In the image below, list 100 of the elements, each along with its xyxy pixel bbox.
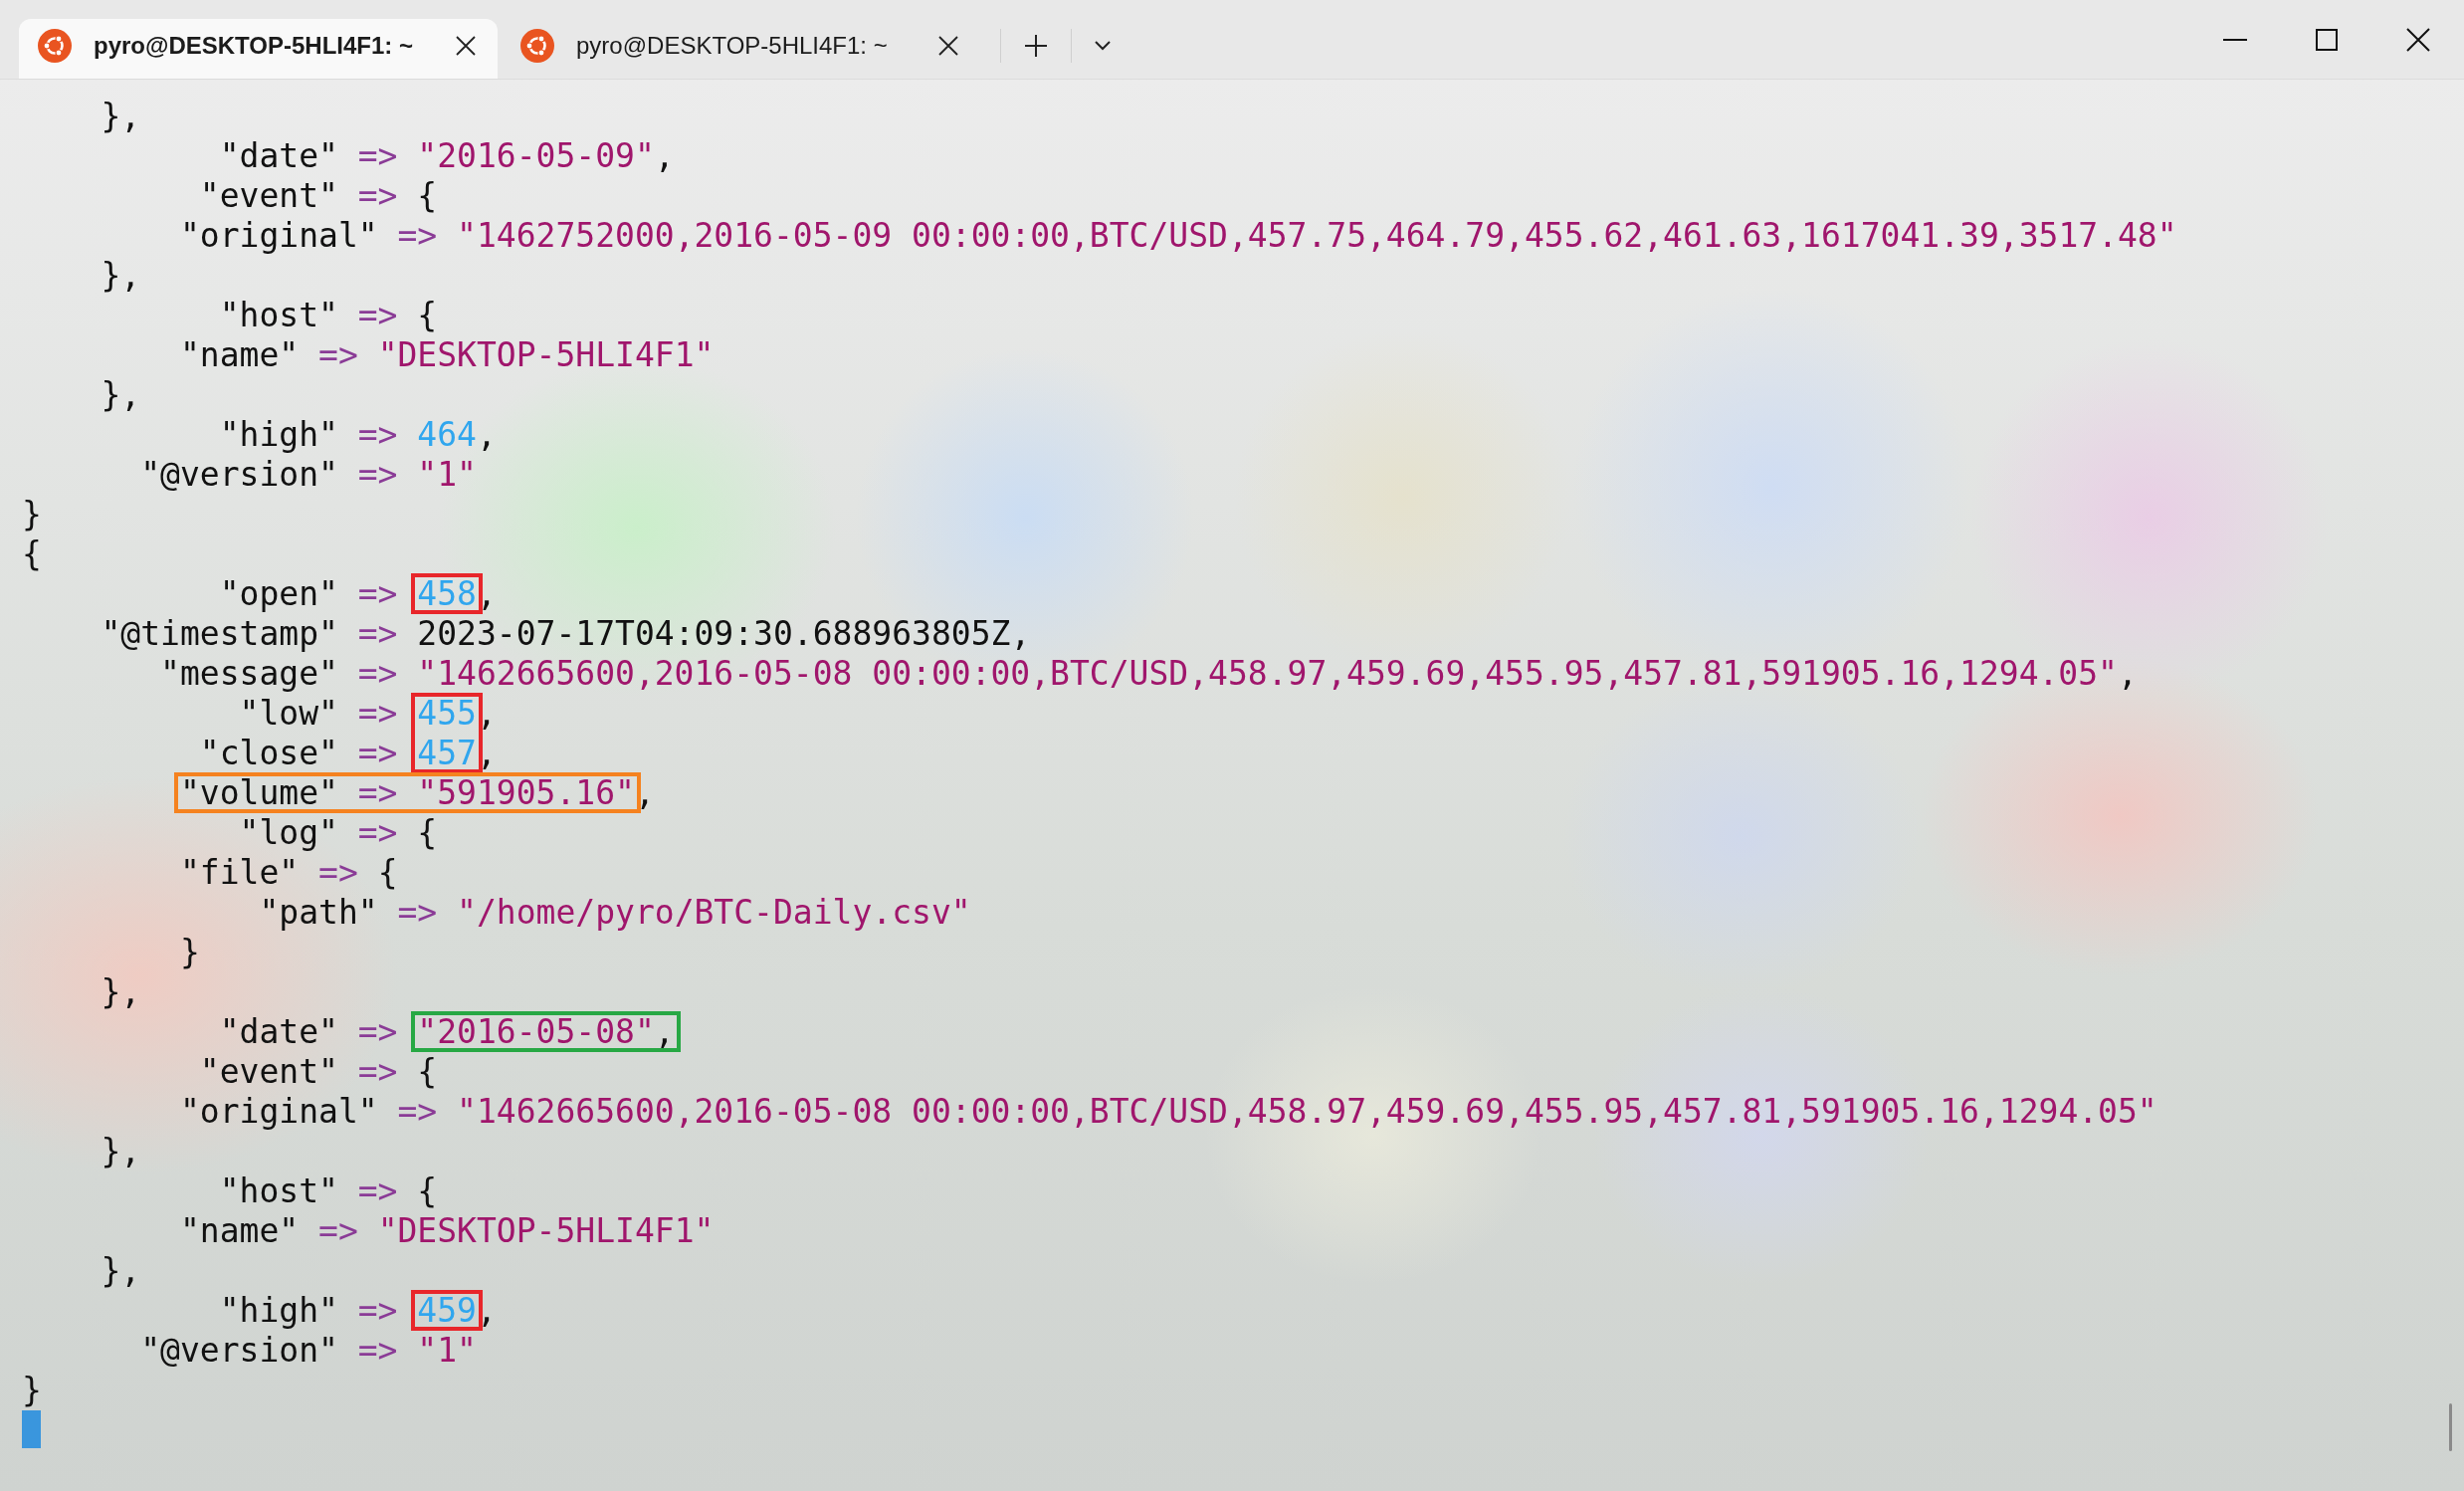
field-key: "host" [219, 296, 338, 334]
number-value: 458 [417, 574, 477, 613]
punctuation: , [476, 574, 497, 613]
code-text: } [179, 933, 200, 971]
arrow-operator: => [357, 1331, 398, 1370]
punctuation: , [654, 1012, 675, 1051]
field-key: "date" [219, 1012, 338, 1051]
ubuntu-logo-icon [38, 29, 72, 63]
terminal-tab[interactable]: pyro@DESKTOP-5HLI4F1: ~ [19, 19, 498, 79]
string-value: "1" [417, 455, 477, 494]
minimize-icon [2223, 37, 2247, 42]
punctuation: , [634, 773, 655, 812]
punctuation: , [2117, 654, 2138, 693]
chevron-down-icon [1094, 40, 1112, 52]
arrow-operator: => [357, 614, 398, 653]
punctuation: , [1010, 614, 1031, 653]
close-icon [2406, 27, 2430, 52]
arrow-operator: => [357, 415, 398, 454]
string-value: "2016-05-08" [417, 1012, 655, 1051]
code-text: } [22, 1371, 42, 1409]
scrollbar-thumb[interactable] [2449, 1403, 2452, 1451]
field-key: "open" [219, 574, 338, 613]
arrow-operator: => [357, 1291, 398, 1330]
number-value: 455 [417, 694, 477, 733]
field-key: "high" [219, 415, 338, 454]
code-text: }, [101, 97, 141, 135]
field-key: "@version" [140, 1331, 338, 1370]
code-text: { [417, 176, 438, 215]
close-icon [456, 36, 476, 56]
field-key: "close" [199, 734, 338, 772]
arrow-operator: => [357, 176, 398, 215]
string-value: "/home/pyro/BTC-Daily.csv" [457, 893, 971, 932]
arrow-operator: => [357, 455, 398, 494]
string-value: "1" [417, 1331, 477, 1370]
ubuntu-logo-icon [520, 29, 554, 63]
field-key: "@timestamp" [101, 614, 338, 653]
close-icon [938, 36, 958, 56]
string-value: "1462665600,2016-05-08 00:00:00,BTC/USD,458.97,459.69,455.95,457.81,591905.16,1294.05" [457, 1092, 2157, 1131]
field-key: "name" [179, 335, 300, 374]
code-text: } [22, 495, 42, 533]
field-key: "message" [160, 654, 338, 693]
field-key: "high" [219, 1291, 338, 1330]
arrow-operator: => [357, 296, 398, 334]
code-text: { [417, 813, 438, 852]
punctuation: , [654, 136, 675, 175]
maximize-icon [2316, 28, 2338, 51]
punctuation: , [476, 734, 497, 772]
arrow-operator: => [357, 734, 398, 772]
field-key: "event" [199, 1052, 338, 1091]
code-text: }, [101, 256, 141, 295]
code-text: }, [101, 375, 141, 414]
field-key: "original" [179, 1092, 378, 1131]
field-key: "event" [199, 176, 338, 215]
arrow-operator: => [357, 694, 398, 733]
arrow-operator: => [357, 1012, 398, 1051]
code-text: 2023-07-17T04:09:30.688963805Z [417, 614, 1011, 653]
code-text: }, [101, 1132, 141, 1171]
field-key: "volume" [179, 773, 338, 812]
string-value: "DESKTOP-5HLI4F1" [377, 335, 715, 374]
field-key: "log" [239, 813, 338, 852]
code-text: }, [101, 972, 141, 1011]
arrow-operator: => [397, 1092, 438, 1131]
string-value: "DESKTOP-5HLI4F1" [377, 1211, 715, 1250]
plus-icon [1023, 33, 1049, 59]
arrow-operator: => [397, 893, 438, 932]
arrow-operator: => [318, 1211, 358, 1250]
text-cursor [22, 1410, 41, 1448]
terminal-tab[interactable]: pyro@DESKTOP-5HLI4F1: ~ [502, 19, 980, 79]
number-value: 459 [417, 1291, 477, 1330]
punctuation: , [476, 1291, 497, 1330]
arrow-operator: => [357, 654, 398, 693]
field-key: "low" [239, 694, 338, 733]
number-value: 464 [417, 415, 477, 454]
field-key: "path" [259, 893, 378, 932]
arrow-operator: => [357, 813, 398, 852]
code-text: { [417, 296, 438, 334]
arrow-operator: => [357, 1052, 398, 1091]
code-text: { [417, 1172, 438, 1210]
code-text: { [417, 1052, 438, 1091]
arrow-operator: => [357, 574, 398, 613]
tab-title: pyro@DESKTOP-5HLI4F1: ~ [576, 32, 889, 60]
code-text: { [22, 534, 42, 573]
punctuation: , [476, 415, 497, 454]
arrow-operator: => [357, 136, 398, 175]
field-key: "file" [179, 853, 300, 892]
string-value: "2016-05-09" [417, 136, 655, 175]
arrow-operator: => [318, 335, 358, 374]
field-key: "host" [219, 1172, 338, 1210]
code-text: { [377, 853, 398, 892]
arrow-operator: => [318, 853, 358, 892]
field-key: "date" [219, 136, 338, 175]
field-key: "@version" [140, 455, 338, 494]
string-value: "1462665600,2016-05-08 00:00:00,BTC/USD,458.97,459.69,455.95,457.81,591905.16,1294.05" [417, 654, 2118, 693]
string-value: "1462752000,2016-05-09 00:00:00,BTC/USD,457.75,464.79,455.62,461.63,1617041.39,3517.48" [457, 216, 2177, 255]
field-key: "name" [179, 1211, 300, 1250]
string-value: "591905.16" [417, 773, 635, 812]
field-key: "original" [179, 216, 378, 255]
arrow-operator: => [357, 1172, 398, 1210]
punctuation: , [476, 694, 497, 733]
code-text: }, [101, 1251, 141, 1290]
